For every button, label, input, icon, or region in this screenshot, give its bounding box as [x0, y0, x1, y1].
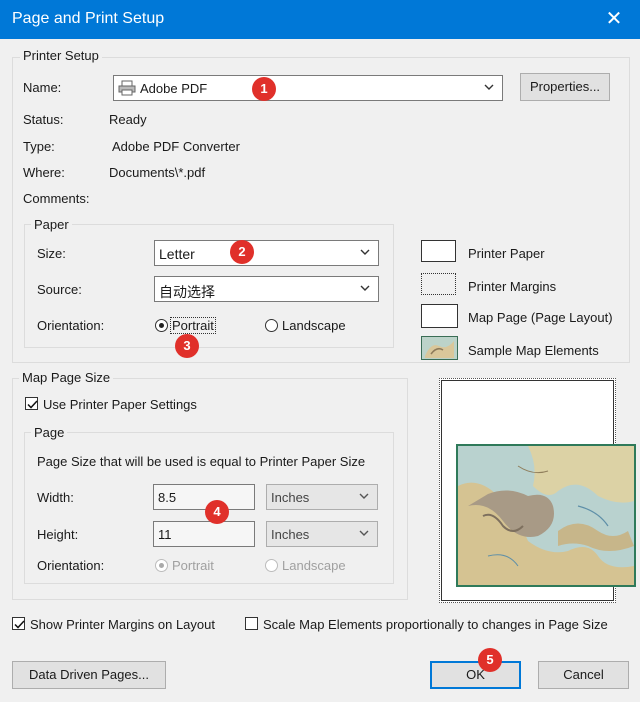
printer-name-value: Adobe PDF: [140, 81, 208, 96]
step-badge-1: 1: [252, 77, 276, 101]
width-input[interactable]: 8.5: [153, 484, 255, 510]
show-margins-checkbox[interactable]: [12, 617, 25, 630]
sample-map-legend: Sample Map Elements: [468, 343, 599, 358]
chevron-down-icon: [358, 281, 372, 295]
printer-icon: [118, 80, 136, 96]
paper-source-value: 自动选择: [159, 284, 215, 300]
use-printer-settings-checkbox[interactable]: [25, 397, 38, 410]
printer-setup-label: Printer Setup: [20, 48, 102, 63]
portrait-label[interactable]: Portrait: [170, 317, 216, 334]
status-label: Status:: [23, 112, 64, 127]
sample-map-image: [456, 444, 636, 587]
step-badge-5: 5: [478, 648, 502, 672]
map-page-swatch: [421, 304, 458, 328]
map-page-size-label: Map Page Size: [19, 370, 114, 385]
page-size-info: Page Size that will be used is equal to …: [37, 454, 366, 469]
name-label: Name:: [23, 80, 62, 95]
chevron-down-icon: [357, 489, 371, 503]
chevron-down-icon: [358, 245, 372, 259]
width-unit-select[interactable]: Inches: [266, 484, 378, 510]
paper-orientation-label: Orientation:: [37, 318, 105, 333]
data-driven-pages-button[interactable]: Data Driven Pages...: [12, 661, 166, 689]
page-portrait-radio[interactable]: [155, 559, 168, 572]
paper-size-select[interactable]: Letter: [154, 240, 379, 266]
height-label: Height:: [37, 527, 79, 542]
landscape-label[interactable]: Landscape: [282, 318, 346, 333]
width-unit-value: Inches: [271, 490, 310, 505]
paper-source-select[interactable]: 自动选择: [154, 276, 379, 302]
chevron-down-icon: [482, 80, 496, 94]
page-label: Page: [31, 425, 68, 440]
height-input[interactable]: 11: [153, 521, 255, 547]
width-label: Width:: [37, 490, 74, 505]
height-unit-value: Inches: [271, 527, 310, 542]
comments-label: Comments:: [23, 191, 90, 206]
title-bar: Page and Print Setup ✕: [0, 0, 640, 39]
close-icon[interactable]: ✕: [600, 5, 628, 33]
sample-map-swatch: [421, 336, 458, 360]
properties-button[interactable]: Properties...: [520, 73, 610, 101]
page-portrait-label[interactable]: Portrait: [172, 558, 214, 573]
paper-label: Paper: [31, 217, 72, 232]
where-value: Documents\*.pdf: [109, 165, 206, 180]
page-landscape-label[interactable]: Landscape: [282, 558, 346, 573]
printer-paper-legend: Printer Paper: [468, 246, 545, 261]
paper-size-value: Letter: [159, 246, 195, 262]
page-landscape-radio[interactable]: [265, 559, 278, 572]
step-badge-4: 4: [205, 500, 229, 524]
map-page-legend: Map Page (Page Layout): [468, 310, 613, 325]
status-value: Ready: [109, 112, 147, 127]
scale-elements-label[interactable]: Scale Map Elements proportionally to cha…: [263, 617, 608, 632]
show-margins-label[interactable]: Show Printer Margins on Layout: [30, 617, 215, 632]
window-title: Page and Print Setup: [12, 10, 165, 27]
landscape-radio[interactable]: [265, 319, 278, 332]
step-badge-2: 2: [230, 240, 254, 264]
width-value: 8.5: [158, 490, 177, 505]
portrait-radio[interactable]: [155, 319, 168, 332]
type-value: Adobe PDF Converter: [112, 139, 240, 154]
size-label: Size:: [37, 246, 66, 261]
page-orientation-label: Orientation:: [37, 558, 105, 573]
height-unit-select[interactable]: Inches: [266, 521, 378, 547]
use-printer-settings-label[interactable]: Use Printer Paper Settings: [43, 397, 197, 412]
ok-button[interactable]: OK: [430, 661, 521, 689]
chevron-down-icon: [357, 526, 371, 540]
step-badge-3: 3: [175, 334, 199, 358]
printer-margins-swatch: [421, 273, 456, 295]
height-value: 11: [158, 527, 172, 542]
source-label: Source:: [37, 282, 82, 297]
cancel-button[interactable]: Cancel: [538, 661, 629, 689]
printer-margins-legend: Printer Margins: [468, 279, 557, 294]
printer-paper-swatch: [421, 240, 456, 262]
type-label: Type:: [23, 139, 55, 154]
where-label: Where:: [23, 165, 65, 180]
scale-elements-checkbox[interactable]: [245, 617, 258, 630]
printer-name-select[interactable]: Adobe PDF: [113, 75, 503, 101]
